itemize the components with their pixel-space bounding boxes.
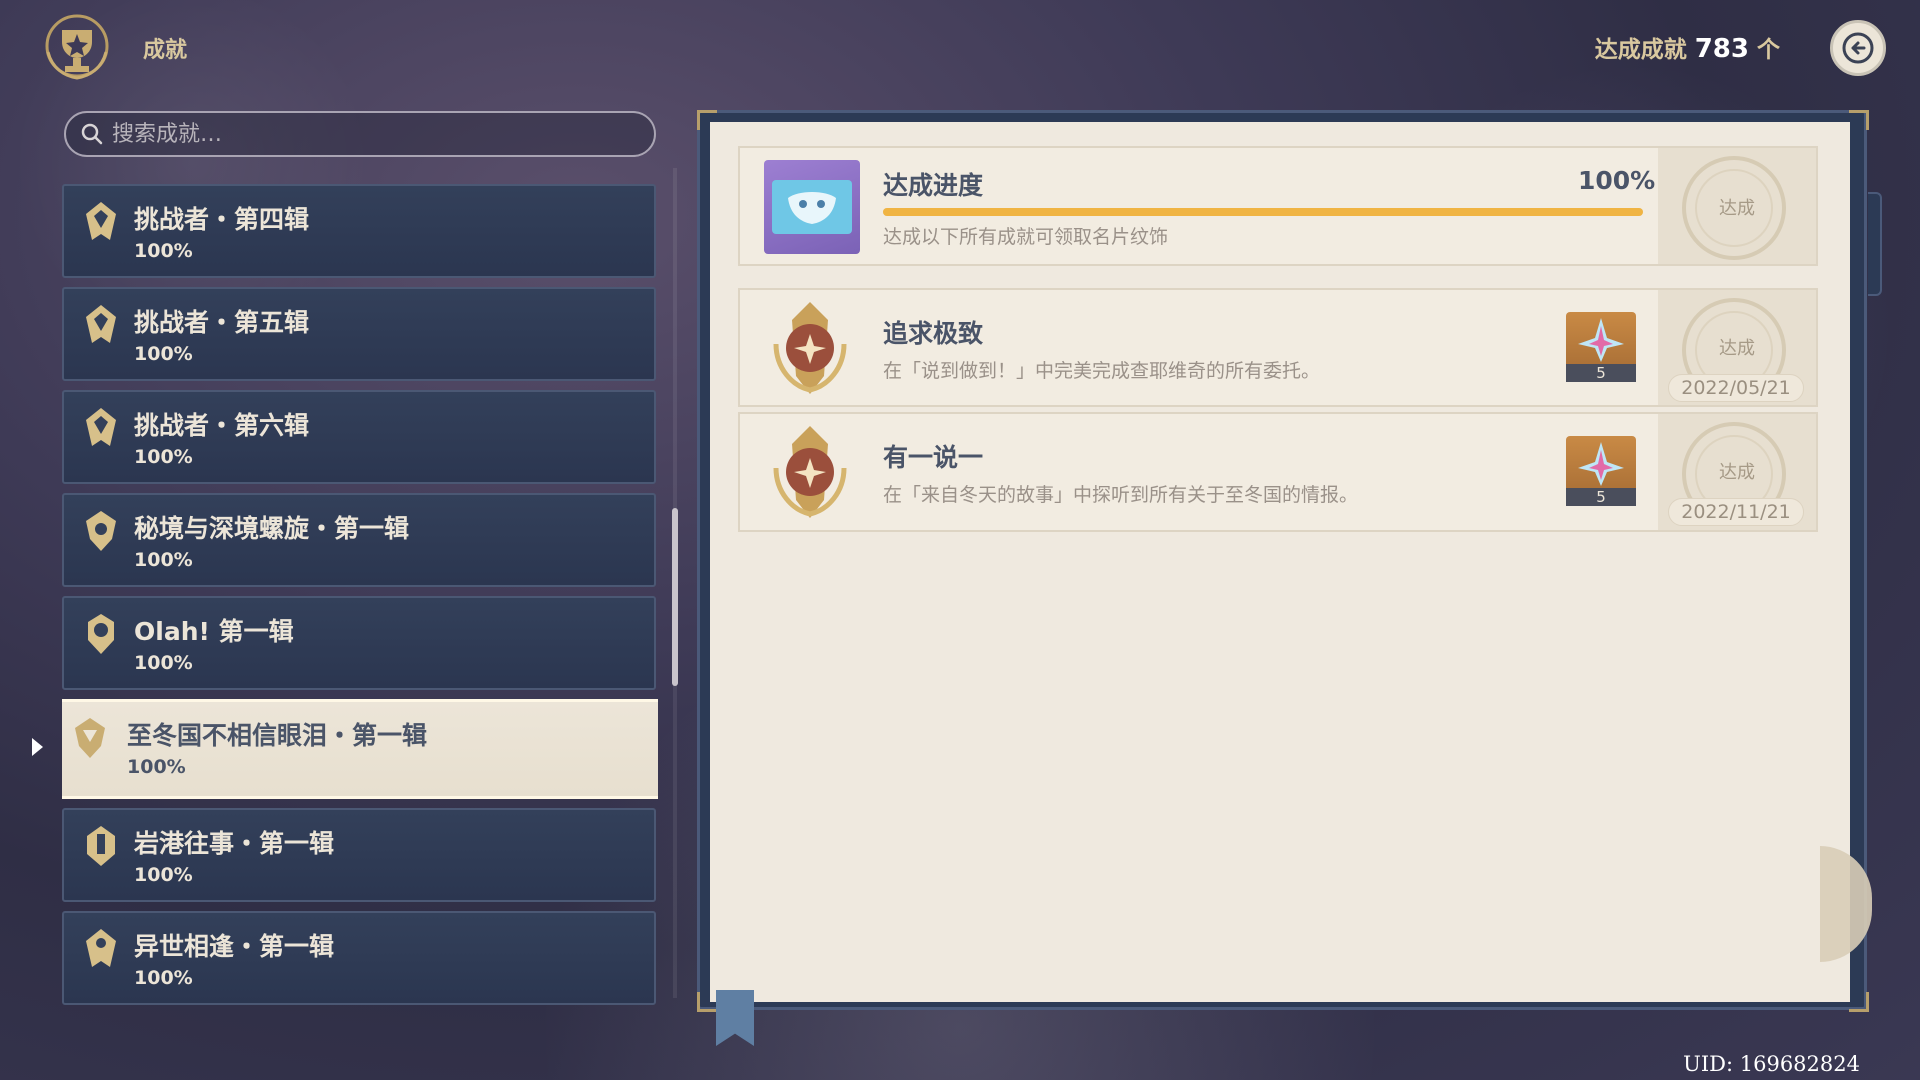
progress-bar [883, 208, 1643, 216]
total-achievements: 达成成就 783 个 [1595, 30, 1780, 64]
search-icon [81, 123, 103, 145]
category-item[interactable]: 挑战者・第六辑 100% [62, 390, 656, 484]
completion-stamp: 达成 [1658, 148, 1816, 264]
frame-corner [1849, 110, 1869, 130]
player-uid: UID: 169682824 [1683, 1052, 1860, 1076]
bookmark-ribbon [716, 990, 754, 1046]
total-label: 达成成就 [1594, 37, 1687, 63]
stamp-label: 达成 [1719, 198, 1755, 219]
category-item-selected[interactable]: 至冬国不相信眼泪・第一辑 100% [62, 699, 658, 799]
category-emblem-icon [86, 511, 116, 551]
category-emblem-icon [87, 826, 115, 866]
category-emblem-icon [86, 202, 116, 240]
category-emblem-icon [75, 718, 105, 758]
achievement-description: 在「说到做到！」中完美完成查耶维奇的所有委托。 [883, 360, 1321, 382]
primogem-reward[interactable]: 5 [1566, 312, 1636, 382]
category-item[interactable]: 异世相逢・第一辑 100% [62, 911, 656, 1005]
category-percent: 100% [134, 446, 193, 468]
category-name: 至冬国不相信眼泪・第一辑 [127, 721, 428, 750]
scrollbar-thumb[interactable] [672, 508, 678, 686]
category-percent: 100% [134, 652, 193, 674]
completion-stamp: 达成 2022/05/21 [1658, 290, 1816, 405]
side-tab [1868, 192, 1882, 296]
summary-description: 达成以下所有成就可领取名片纹饰 [883, 226, 1169, 248]
namecard-reward-image [764, 160, 860, 254]
category-name: 异世相逢・第一辑 [134, 932, 335, 961]
category-name: 挑战者・第六辑 [134, 411, 310, 440]
mask-icon [772, 180, 852, 234]
stamp-label: 达成 [1719, 462, 1755, 483]
completion-date: 2022/05/21 [1668, 374, 1804, 402]
achievement-medal-icon [773, 426, 847, 518]
achievement-card[interactable]: 追求极致 在「说到做到！」中完美完成查耶维奇的所有委托。 5 达成 2022/0… [738, 288, 1818, 407]
achievement-title: 追求极致 [883, 319, 984, 348]
back-arrow-icon [1842, 32, 1874, 64]
total-count-value: 783 [1694, 34, 1749, 64]
category-emblem-icon [86, 408, 116, 446]
achievement-card[interactable]: 有一说一 在「来自冬天的故事」中探听到所有关于至冬国的情报。 5 达成 2022… [738, 412, 1818, 532]
category-emblem-icon [88, 614, 114, 654]
category-percent: 100% [134, 864, 193, 886]
category-percent: 100% [134, 549, 193, 571]
category-percent: 100% [134, 343, 193, 365]
trophy-emblem-icon [45, 14, 109, 80]
category-item[interactable]: Olah! 第一辑 100% [62, 596, 656, 690]
achievement-medal-icon [773, 302, 847, 394]
summary-percent: 100% [1578, 166, 1656, 195]
category-name: 挑战者・第四辑 [134, 205, 310, 234]
progress-summary-card: 达成进度 100% 达成以下所有成就可领取名片纹饰 达成 [738, 146, 1818, 266]
category-emblem-icon [86, 305, 116, 343]
category-item[interactable]: 挑战者・第四辑 100% [62, 184, 656, 278]
category-name: 秘境与深境螺旋・第一辑 [134, 514, 410, 543]
search-input[interactable] [112, 121, 632, 147]
category-item[interactable]: 挑战者・第五辑 100% [62, 287, 656, 381]
category-name: Olah! 第一辑 [134, 617, 294, 646]
back-button[interactable] [1830, 20, 1886, 76]
category-item[interactable]: 岩港往事・第一辑 100% [62, 808, 656, 902]
progress-fill [883, 208, 1643, 216]
category-name: 挑战者・第五辑 [134, 308, 310, 337]
primogem-icon [1578, 442, 1624, 486]
completion-date: 2022/11/21 [1668, 498, 1804, 526]
category-percent: 100% [134, 240, 193, 262]
search-bar[interactable] [64, 111, 656, 157]
stamp-label: 达成 [1719, 338, 1755, 359]
primogem-icon [1578, 318, 1624, 362]
category-emblem-icon [86, 929, 116, 967]
category-name: 岩港往事・第一辑 [134, 829, 335, 858]
achievement-description: 在「来自冬天的故事」中探听到所有关于至冬国的情报。 [883, 484, 1359, 506]
total-unit: 个 [1757, 37, 1780, 63]
category-list[interactable]: 挑战者・第四辑 100% 挑战者・第五辑 100% 挑战者・第六辑 100% 秘… [62, 184, 658, 1014]
category-percent: 100% [127, 756, 186, 778]
page-title: 成就 [143, 38, 188, 63]
primogem-reward[interactable]: 5 [1566, 436, 1636, 506]
reward-count: 5 [1566, 364, 1636, 382]
selected-indicator-icon [32, 738, 43, 756]
summary-title: 达成进度 [883, 171, 984, 200]
completion-stamp: 达成 2022/11/21 [1658, 414, 1816, 530]
category-percent: 100% [134, 967, 193, 989]
achievement-title: 有一说一 [883, 443, 984, 472]
category-item[interactable]: 秘境与深境螺旋・第一辑 100% [62, 493, 656, 587]
frame-corner [1849, 992, 1869, 1012]
reward-count: 5 [1566, 488, 1636, 506]
